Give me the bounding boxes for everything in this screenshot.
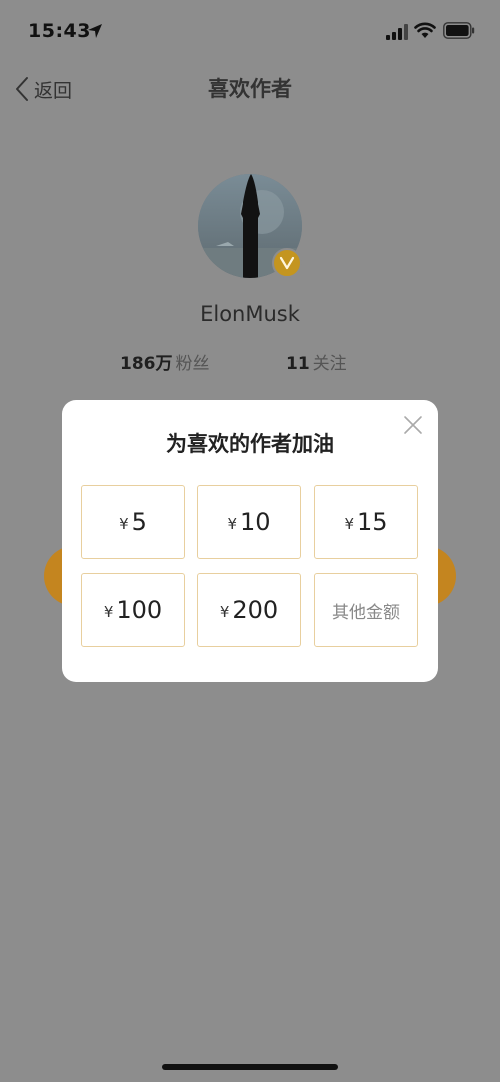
home-indicator[interactable]: [162, 1064, 338, 1070]
other-amount-button[interactable]: 其他金额: [314, 573, 418, 647]
other-amount-label: 其他金额: [332, 602, 400, 623]
currency-symbol: ¥: [103, 603, 114, 621]
amount-value: 15: [357, 508, 388, 536]
follow-count: 11: [286, 354, 310, 374]
cellular-signal-icon: [386, 24, 408, 40]
close-icon[interactable]: [400, 412, 426, 438]
follow-label: 关注: [312, 354, 347, 374]
page-title: 喜欢作者: [208, 77, 292, 101]
currency-symbol: ¥: [219, 603, 230, 621]
amount-value: 100: [116, 596, 163, 624]
fans-label: 粉丝: [175, 354, 210, 374]
back-button[interactable]: 返回: [12, 74, 72, 104]
verified-badge-icon: [272, 248, 302, 278]
amount-value: 10: [240, 508, 271, 536]
modal-title: 为喜欢的作者加油: [166, 432, 334, 456]
amount-button-100[interactable]: ¥100: [81, 573, 185, 647]
currency-symbol: ¥: [227, 515, 237, 533]
username: ElonMusk: [200, 302, 300, 326]
amount-button-5[interactable]: ¥5: [81, 485, 185, 559]
currency-symbol: ¥: [119, 515, 129, 533]
follow-stat[interactable]: 11 关注: [286, 352, 347, 376]
location-arrow-icon: [88, 24, 102, 38]
currency-symbol: ¥: [344, 515, 354, 533]
amount-button-10[interactable]: ¥10: [197, 485, 301, 559]
status-bar: 15:43: [0, 0, 500, 60]
battery-icon: [443, 22, 475, 39]
amount-value: 200: [232, 596, 279, 624]
status-time: 15:43: [28, 20, 91, 42]
fans-count: 186万: [120, 354, 173, 374]
chevron-left-icon: [16, 77, 28, 101]
amount-button-15[interactable]: ¥15: [314, 485, 418, 559]
amount-value: 5: [131, 508, 147, 536]
tip-modal: 为喜欢的作者加油 ¥5 ¥10 ¥15 ¥100 ¥200 其他金额: [62, 400, 438, 682]
back-label: 返回: [34, 79, 73, 102]
wifi-icon: [414, 22, 436, 38]
amount-button-200[interactable]: ¥200: [197, 573, 301, 647]
fans-stat[interactable]: 186万 粉丝: [120, 352, 210, 376]
